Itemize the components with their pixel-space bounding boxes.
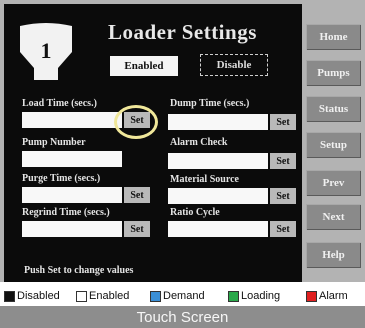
load-time-field[interactable] (22, 112, 122, 128)
pump-number-field[interactable] (22, 151, 122, 167)
pump-number-label: Pump Number (22, 137, 86, 148)
regrind-time-label: Regrind Time (secs.) (22, 207, 110, 218)
legend-label: Disabled (17, 290, 60, 302)
legend-swatch (4, 290, 15, 302)
loader-number: 1 (41, 38, 52, 63)
material-source-set-button[interactable]: Set (270, 188, 296, 204)
nav-status-button[interactable]: Status (306, 96, 361, 122)
load-time-label: Load Time (secs.) (22, 98, 97, 109)
set-button-highlight (114, 105, 158, 139)
alarm-check-label: Alarm Check (170, 137, 228, 148)
loader-settings-screen: 1 Loader Settings Enabled Disable Load T… (4, 4, 302, 282)
touch-panel: 1 Loader Settings Enabled Disable Load T… (0, 0, 365, 282)
ratio-cycle-label: Ratio Cycle (170, 207, 220, 218)
alarm-check-set-button[interactable]: Set (270, 153, 296, 169)
legend-label: Alarm (319, 290, 348, 302)
legend-swatch (306, 290, 317, 302)
purge-time-label: Purge Time (secs.) (22, 173, 101, 184)
nav-help-button[interactable]: Help (306, 242, 361, 268)
legend-swatch (228, 290, 239, 302)
dump-time-set-button[interactable]: Set (270, 114, 296, 130)
enabled-button[interactable]: Enabled (110, 56, 178, 76)
legend-swatch (150, 290, 161, 302)
dump-time-field[interactable] (168, 114, 268, 130)
legend-swatch (76, 290, 87, 302)
ratio-cycle-set-button[interactable]: Set (270, 221, 296, 237)
alarm-check-field[interactable] (168, 153, 268, 169)
nav-setup-button[interactable]: Setup (306, 132, 361, 158)
hopper-logo-icon: 1 (20, 23, 72, 80)
dump-time-label: Dump Time (secs.) (170, 98, 250, 109)
status-legend: Disabled Enabled Demand Loading Alarm (0, 286, 365, 306)
regrind-time-field[interactable] (22, 221, 122, 237)
nav-next-button[interactable]: Next (306, 204, 361, 230)
legend-alarm: Alarm (306, 289, 348, 303)
regrind-time-set-button[interactable]: Set (124, 221, 150, 237)
legend-disabled: Disabled (4, 289, 60, 303)
nav-pumps-button[interactable]: Pumps (306, 60, 361, 86)
purge-time-set-button[interactable]: Set (124, 187, 150, 203)
ratio-cycle-field[interactable] (168, 221, 268, 237)
legend-enabled: Enabled (76, 289, 129, 303)
footer-caption: Touch Screen (0, 306, 365, 328)
legend-label: Loading (241, 290, 281, 302)
legend-loading: Loading (228, 289, 280, 303)
legend-demand: Demand (150, 289, 205, 303)
material-source-field[interactable] (168, 188, 268, 204)
legend-label: Demand (163, 290, 205, 302)
instruction-hint: Push Set to change values (24, 265, 134, 276)
legend-label: Enabled (89, 290, 130, 302)
nav-prev-button[interactable]: Prev (306, 170, 361, 196)
page-title: Loader Settings (108, 20, 257, 44)
disable-button[interactable]: Disable (200, 54, 268, 76)
nav-home-button[interactable]: Home (306, 24, 361, 50)
material-source-label: Material Source (170, 174, 239, 185)
purge-time-field[interactable] (22, 187, 122, 203)
